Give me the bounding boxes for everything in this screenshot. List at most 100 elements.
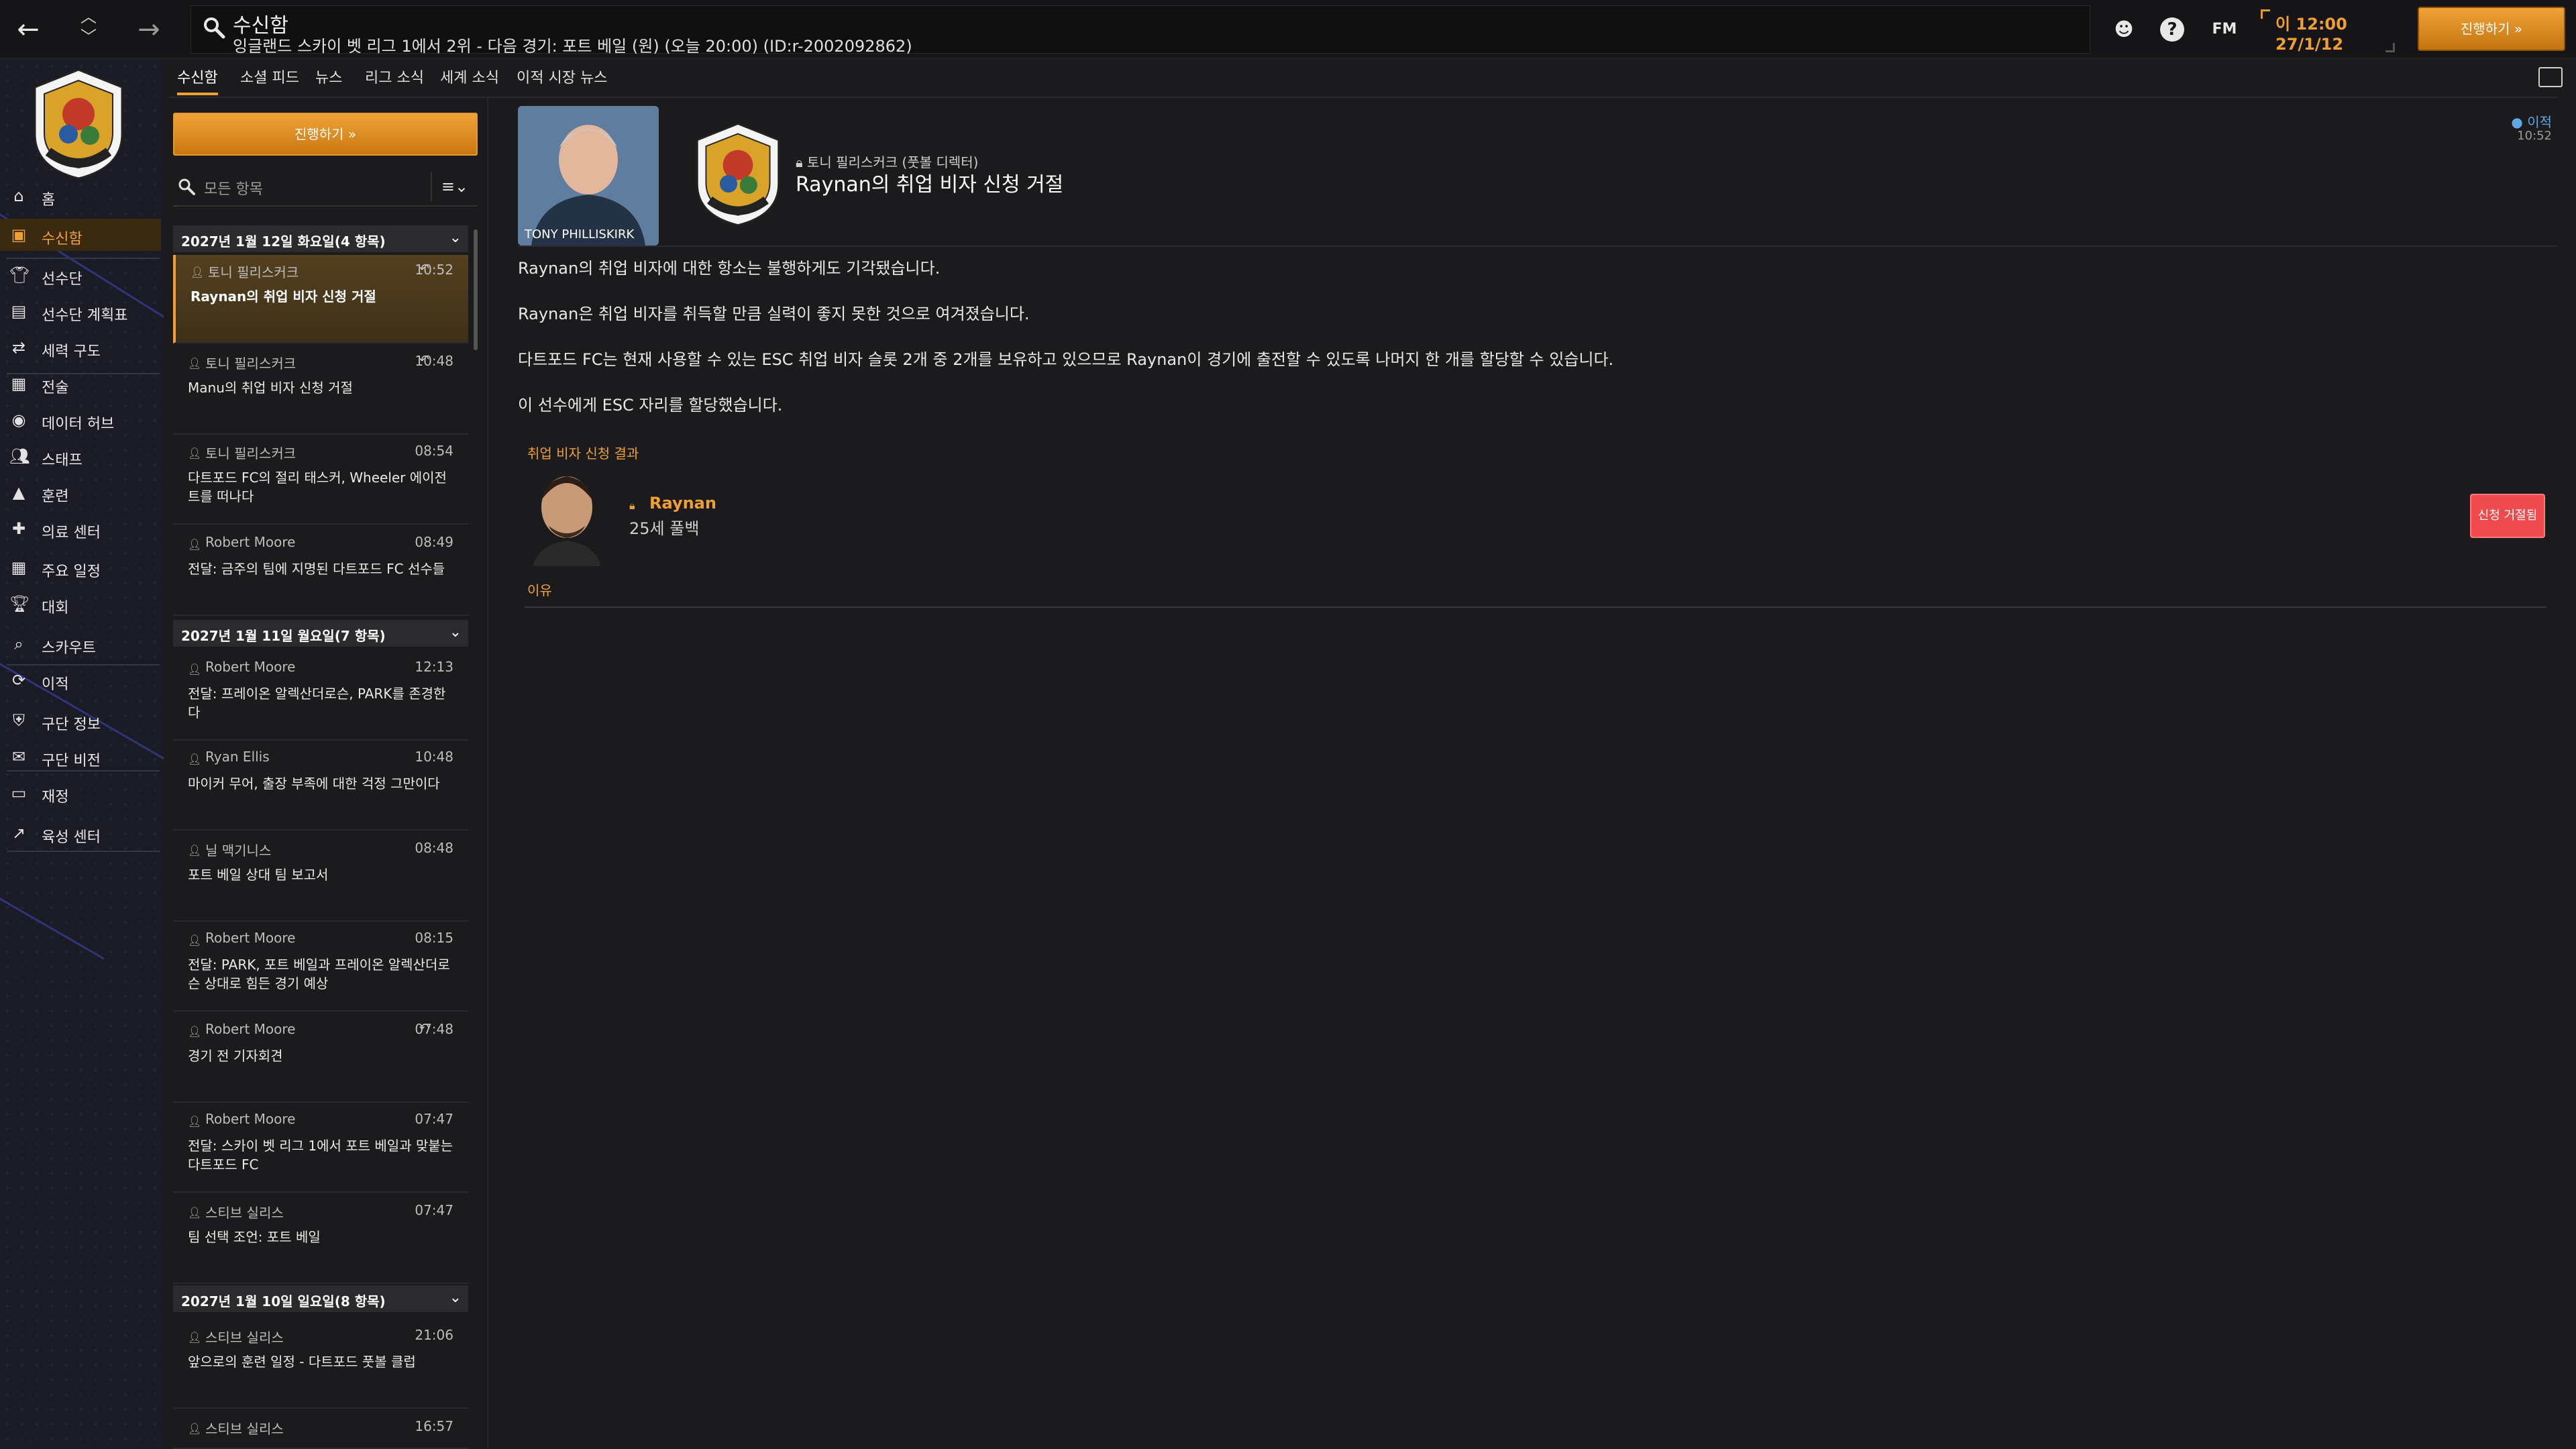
sidebar-item-development[interactable]: ↗ 육성 센터 — [0, 817, 161, 849]
back-arrow-icon[interactable]: ← — [13, 15, 43, 44]
message-time: 08:49 — [415, 534, 453, 550]
message-sender: Robert Moore — [205, 1021, 296, 1037]
chevron-down-icon[interactable]: ⌄ — [449, 1289, 462, 1306]
list-item[interactable]: 👤︎ 스티브 실리스 07:47 팀 선택 조언: 포트 베일 — [173, 1195, 468, 1284]
sidebar-item-training[interactable]: ▲ 훈련 — [0, 476, 161, 508]
vision-icon: ✉ — [11, 747, 26, 766]
list-scrollbar[interactable] — [474, 229, 478, 350]
sidebar-item-label: 구단 비전 — [42, 753, 101, 769]
message-subject: 전달: PARK, 포트 베일과 프레이온 알렉산더로슨 상대로 힘든 경기 예… — [188, 957, 450, 991]
screenshot-icon[interactable] — [2538, 67, 2563, 87]
fm-logo[interactable]: FM — [2207, 17, 2242, 42]
sidebar-item-label: 스태프 — [42, 452, 83, 469]
page-title-bar[interactable]: 수신함 잉글랜드 스카이 벳 리그 1에서 2위 - 다음 경기: 포트 베일 … — [191, 5, 2090, 56]
help-icon[interactable]: ? — [2160, 17, 2184, 42]
inbox-icon: ▣ — [11, 225, 27, 244]
body-paragraph: Raynan은 취업 비자를 취득할 만큼 실력이 좋지 못한 것으로 여겨졌습… — [518, 305, 1030, 323]
chevron-down-icon[interactable]: ⌄ — [449, 229, 462, 246]
clock-corner-decoration — [2385, 43, 2395, 52]
player-name-link[interactable]: Raynan — [649, 494, 716, 513]
sidebar-item-finance[interactable]: ▭ 재정 — [0, 777, 161, 809]
filter-menu-icon[interactable]: ≡⌄ — [431, 172, 478, 201]
player-portrait-image[interactable] — [530, 466, 604, 566]
message-subject: 마이커 무어, 출장 부족에 대한 걱정 그만이다 — [188, 775, 440, 792]
filter-bar: 모든 항목 ≡⌄ — [173, 169, 478, 207]
list-item[interactable]: 👤︎ 닐 맥기니스 08:48 포트 베일 상대 팀 보고서 — [173, 833, 468, 922]
sidebar-item-home[interactable]: ⌂ 홈 — [0, 180, 161, 212]
sidebar-item-dynamics[interactable]: ⇄ 세력 구도 — [0, 331, 161, 364]
message-time: 10:52 — [415, 262, 453, 278]
continue-button[interactable]: 진행하기 » — [2418, 7, 2565, 51]
history-up-down-buttons[interactable]: ︿ ﹀ — [75, 7, 102, 51]
sidebar-item-scout[interactable]: ⌕ 스카우트 — [0, 628, 161, 660]
person-icon: 👤︎ — [188, 447, 202, 460]
category-tag[interactable]: ● 이적 — [2511, 111, 2552, 131]
sidebar-item-transfer[interactable]: ⟳ 이적 — [0, 664, 161, 696]
sidebar-item-label: 훈련 — [42, 488, 69, 505]
chevron-up-icon[interactable]: ︿ — [75, 7, 102, 27]
search-icon[interactable] — [202, 15, 226, 40]
trophy-icon: 🏆︎ — [9, 594, 30, 613]
list-item[interactable]: 👤︎ Robert Moore 07:47 전달: 스카이 벳 리그 1에서 포트 베… — [173, 1104, 468, 1193]
reason-divider — [525, 606, 2546, 608]
sidebar-item-clipboard[interactable]: ▤ 선수단 계획표 — [0, 295, 161, 327]
list-item[interactable]: 👤︎ Robert Moore 08:49 전달: 금주의 팀에 지명된 다트포드 F… — [173, 527, 468, 616]
forward-arrow-icon[interactable]: → — [134, 15, 164, 44]
tactics-icon: ▦ — [11, 374, 27, 393]
message-time: 10:48 — [415, 749, 453, 765]
list-item[interactable]: 👤︎ Robert Moore ↶ 07:48 경기 전 기자회견 — [173, 1014, 468, 1103]
finance-icon: ▭ — [11, 784, 27, 802]
clipboard-icon: ▤ — [11, 302, 27, 321]
tab-inbox[interactable]: 수신함 — [177, 66, 218, 95]
data-hub-icon: ◉ — [11, 411, 26, 429]
date-group-header[interactable]: 2027년 1월 12일 화요일(4 항목) ⌄ — [173, 225, 468, 252]
list-item[interactable]: 👤︎ Ryan Ellis 10:48 마이커 무어, 출장 부족에 대한 걱정 그만… — [173, 742, 468, 830]
clock-corner-decoration — [2261, 9, 2270, 19]
home-icon: ⌂ — [13, 186, 24, 205]
list-item[interactable]: 👤︎ 토니 필리스커크 08:54 다트포드 FC의 절리 태스커, Wheeler … — [173, 436, 468, 525]
person-icon: 👤︎ — [188, 1115, 202, 1128]
sidebar-item-trophy[interactable]: 🏆︎ 대회 — [0, 588, 161, 620]
message-sender: Robert Moore — [205, 1111, 296, 1127]
sidebar-separator — [7, 851, 160, 852]
list-item[interactable]: 👤︎ 토니 필리스커크 ↶ 10:52 Raynan의 취업 비자 신청 거절 — [173, 255, 468, 343]
sidebar-item-shield[interactable]: ⛨ 구단 정보 — [0, 704, 161, 737]
inbox-tabs: 수신함 소셜 피드 뉴스 리그 소식 세계 소식 이적 시장 뉴스 — [164, 59, 2576, 98]
reason-label: 이유 — [527, 582, 552, 598]
list-continue-button[interactable]: 진행하기 » — [173, 113, 478, 156]
message-subject: 전달: 금주의 팀에 지명된 다트포드 FC 선수들 — [188, 561, 445, 577]
clock-time: 이 12:00 — [2275, 15, 2347, 34]
chevron-down-icon[interactable]: ⌄ — [449, 624, 462, 641]
sidebar-item-shirt[interactable]: 👕︎ 선수단 — [0, 259, 161, 291]
list-item[interactable]: 👤︎ 토니 필리스커크 ↶ 10:48 Manu의 취업 비자 신청 거절 — [173, 346, 468, 435]
tab-transfer-market-news[interactable]: 이적 시장 뉴스 — [517, 66, 607, 93]
tab-social-feed[interactable]: 소셜 피드 — [240, 66, 299, 93]
list-item[interactable]: 👤︎ 스티브 실리스 16:57 — [173, 1411, 468, 1449]
date-group-header[interactable]: 2027년 1월 10일 일요일(8 항목) ⌄ — [173, 1285, 468, 1312]
transfer-icon: ⟳ — [11, 671, 26, 690]
visa-result-title: 취업 비자 신청 결과 — [527, 445, 639, 462]
tab-league-news[interactable]: 리그 소식 — [365, 66, 424, 93]
manager-face-icon[interactable]: ☻ — [2112, 17, 2136, 42]
sidebar-item-label: 주요 일정 — [42, 564, 101, 580]
filter-search-input[interactable]: 모든 항목 — [204, 177, 263, 199]
message-sender: 토니 필리스커크 — [205, 356, 297, 372]
list-item[interactable]: 👤︎ Robert Moore 08:15 전달: PARK, 포트 베일과 프레이온… — [173, 923, 468, 1012]
chevron-down-icon[interactable]: ﹀ — [75, 27, 102, 47]
sidebar-item-calendar[interactable]: ▦ 주요 일정 — [0, 551, 161, 584]
club-crest-logo[interactable] — [28, 67, 129, 181]
calendar-icon: ▦ — [11, 558, 27, 577]
date-group-header[interactable]: 2027년 1월 11일 월요일(7 항목) ⌄ — [173, 620, 468, 647]
sidebar-item-medical[interactable]: ✚ 의료 센터 — [0, 513, 161, 545]
sidebar-item-vision[interactable]: ✉ 구단 비전 — [0, 741, 161, 773]
sidebar-item-staff[interactable]: 👥︎ 스태프 — [0, 440, 161, 472]
person-icon: 👤︎ — [188, 753, 202, 765]
sidebar-item-inbox[interactable]: ▣ 수신함 — [0, 219, 161, 251]
sender-photo: TONY PHILLISKIRK — [518, 106, 659, 246]
sidebar-item-data-hub[interactable]: ◉ 데이터 허브 — [0, 404, 161, 436]
tab-world-news[interactable]: 세계 소식 — [440, 66, 499, 93]
list-item[interactable]: 👤︎ Robert Moore 12:13 전달: 프레이온 알렉산더로슨, PARK… — [173, 652, 468, 741]
message-subject: 전달: 프레이온 알렉산더로슨, PARK를 존경한다 — [188, 686, 446, 720]
tab-news[interactable]: 뉴스 — [315, 66, 342, 93]
list-item[interactable]: 👤︎ 스티브 실리스 21:06 앞으로의 훈련 일정 - 다트포드 풋볼 클럽 — [173, 1320, 468, 1409]
